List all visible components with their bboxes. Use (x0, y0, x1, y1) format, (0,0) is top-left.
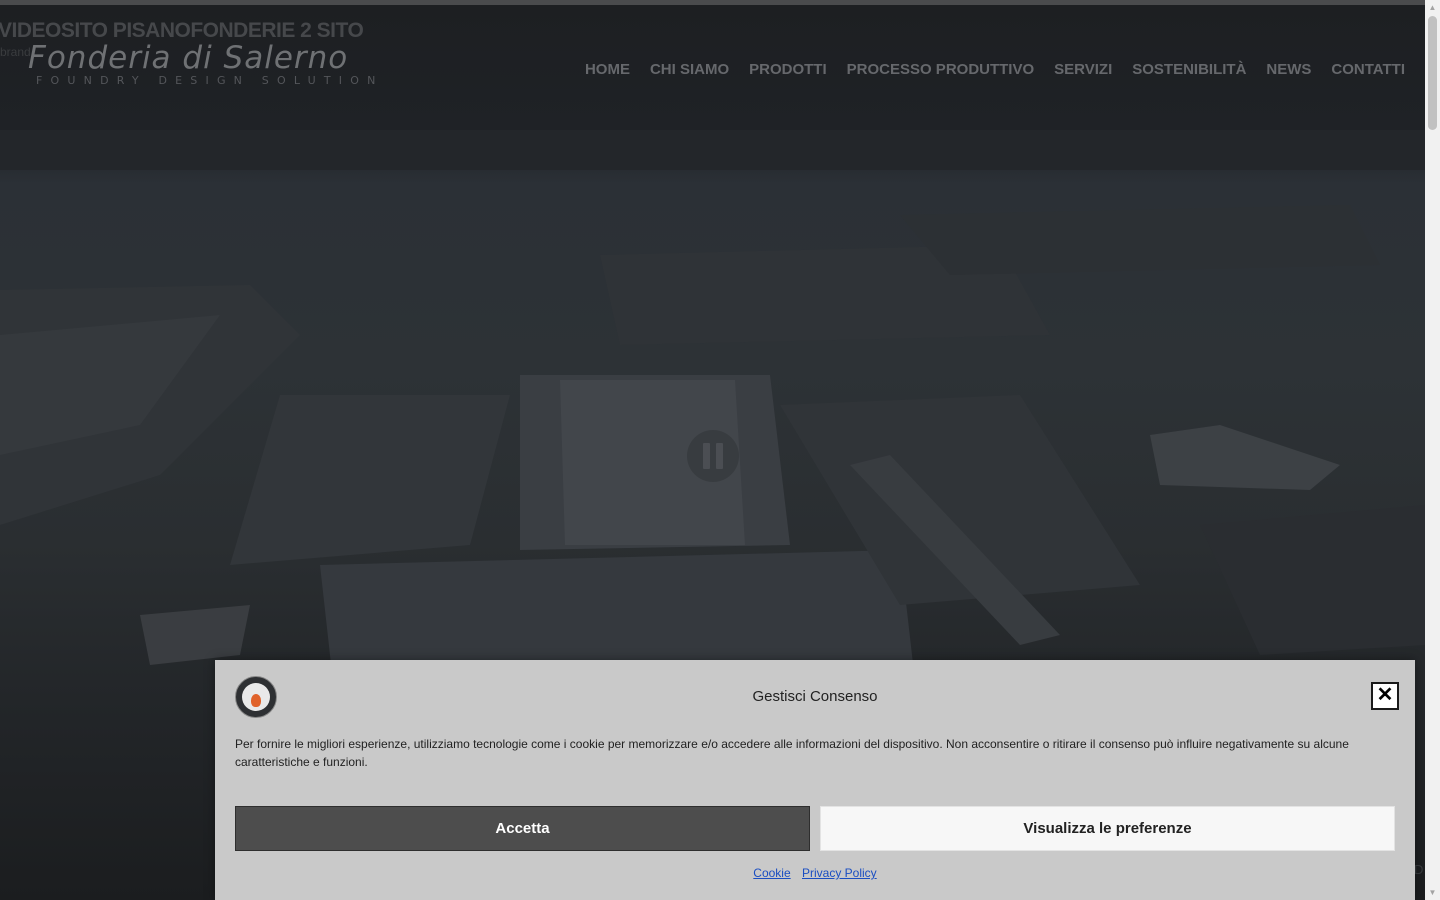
scroll-thumb[interactable] (1428, 16, 1437, 130)
consent-title: Gestisci Consenso (752, 688, 878, 705)
logo-tagline: FOUNDRY DESIGN SOLUTION (36, 74, 384, 87)
pause-icon-bar (716, 443, 723, 469)
scroll-up-arrow-icon[interactable]: ▲ (1425, 0, 1440, 15)
nav-item-news[interactable]: NEWS (1266, 61, 1311, 78)
nav-item-prodotti[interactable]: PRODOTTI (749, 61, 827, 78)
edge-text: D (1414, 862, 1424, 877)
accept-button[interactable]: Accetta (235, 806, 810, 851)
nav-item-processo-produttivo[interactable]: PROCESSO PRODUTTIVO (847, 61, 1035, 78)
cookie-consent-dialog: Gestisci Consenso ✕ Per fornire le migli… (215, 660, 1415, 900)
nav-item-servizi[interactable]: SERVIZI (1054, 61, 1112, 78)
nav-item-chi-siamo[interactable]: CHI SIAMO (650, 61, 729, 78)
consent-links: Cookie Privacy Policy (215, 866, 1415, 880)
nav-item-home[interactable]: HOME (585, 61, 630, 78)
pause-button[interactable] (687, 430, 739, 482)
view-preferences-button[interactable]: Visualizza le preferenze (820, 806, 1395, 851)
nav-item-sostenibilita[interactable]: SOSTENIBILITÀ (1132, 61, 1246, 78)
logo-name: Fonderia di Salerno (28, 40, 349, 76)
privacy-policy-link[interactable]: Privacy Policy (802, 866, 877, 880)
close-icon[interactable]: ✕ (1371, 682, 1399, 710)
cookie-link[interactable]: Cookie (753, 866, 790, 880)
scroll-down-arrow-icon[interactable]: ▼ (1425, 885, 1440, 900)
scrollbar[interactable]: ▲ ▼ (1425, 0, 1440, 900)
site-logo[interactable]: Fonderia di Salerno FOUNDRY DESIGN SOLUT… (28, 41, 384, 87)
nav-item-contatti[interactable]: CONTATTI (1331, 61, 1405, 78)
consent-text: Per fornire le migliori esperienze, util… (235, 737, 1349, 769)
main-nav: HOME CHI SIAMO PRODOTTI PROCESSO PRODUTT… (585, 61, 1405, 78)
pause-icon (703, 443, 710, 469)
video-subtitle: brand (0, 45, 31, 59)
